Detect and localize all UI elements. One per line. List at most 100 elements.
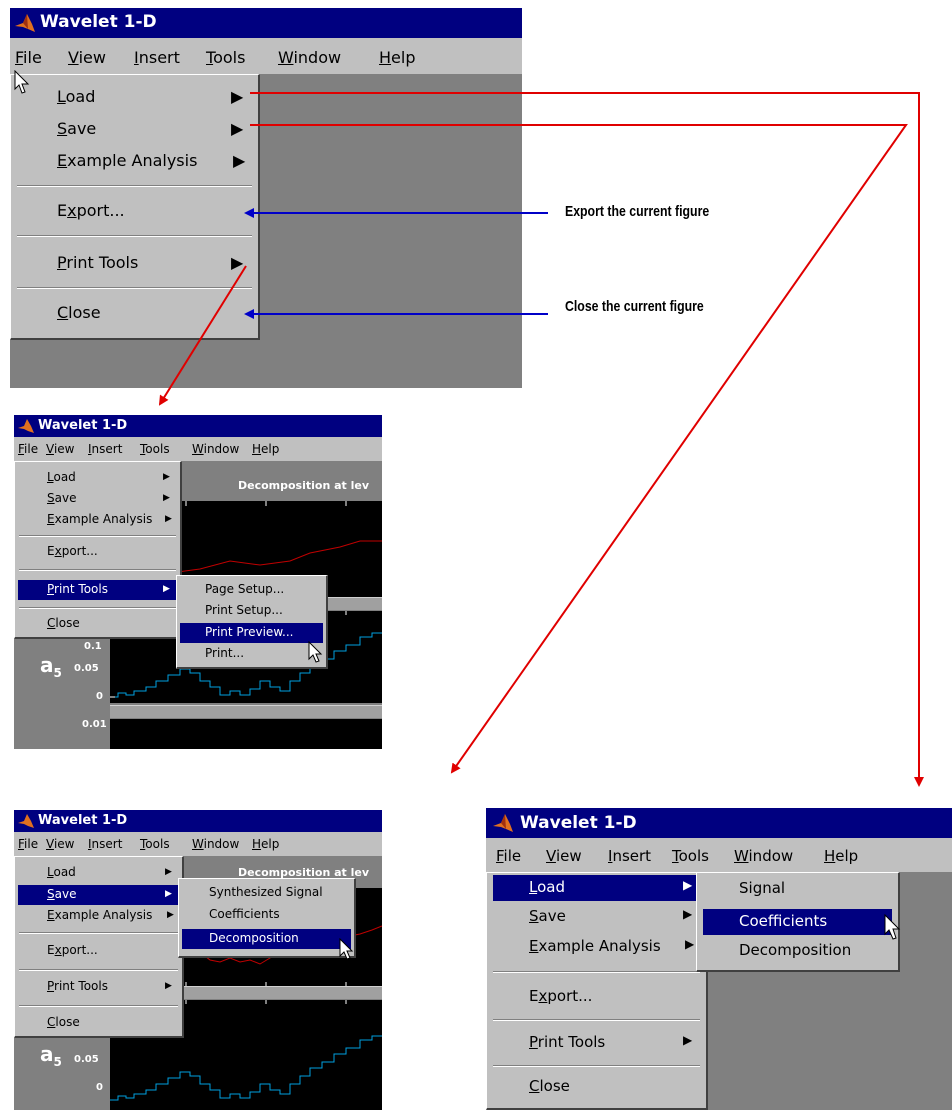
wavelet-window-save: Wavelet 1-D File View Insert Tools Windo… bbox=[14, 810, 382, 1110]
menu-item-example-analysis[interactable]: Example Analysis ▶ bbox=[11, 151, 258, 177]
menu-item-coefficients[interactable]: Coefficients bbox=[179, 907, 354, 925]
menu-view[interactable]: View bbox=[68, 48, 106, 67]
menu-item-save[interactable]: Save ▶ bbox=[11, 119, 258, 145]
mouse-pointer-icon bbox=[884, 914, 901, 940]
menu-item-page-setup[interactable]: Page Setup... bbox=[177, 582, 326, 600]
menu-item-export[interactable]: Export... bbox=[487, 987, 706, 1011]
menu-separator bbox=[19, 932, 178, 934]
menu-separator bbox=[17, 185, 252, 187]
title-bar: Wavelet 1-D bbox=[14, 415, 382, 437]
menu-separator bbox=[19, 969, 178, 971]
menu-file[interactable]: File bbox=[18, 837, 38, 851]
menu-help[interactable]: Help bbox=[252, 837, 279, 851]
menu-item-example-analysis[interactable]: Example Analysis ▶ bbox=[15, 908, 182, 926]
menu-tools[interactable]: Tools bbox=[140, 442, 170, 456]
menu-item-load[interactable]: Load ▶ bbox=[15, 470, 180, 488]
menu-insert[interactable]: Insert bbox=[608, 847, 651, 865]
submenu-arrow-icon: ▶ bbox=[231, 119, 244, 138]
menu-item-close[interactable]: Close bbox=[11, 303, 258, 329]
menu-item-load[interactable]: Load ▶ bbox=[11, 87, 258, 113]
menu-item-synthesized-signal[interactable]: Synthesized Signal bbox=[179, 885, 354, 903]
menu-item-print-tools[interactable]: Print Tools ▶ bbox=[11, 253, 258, 279]
menu-item-export[interactable]: Export... bbox=[15, 943, 182, 961]
mouse-pointer-icon bbox=[308, 641, 323, 663]
menu-window[interactable]: Window bbox=[192, 442, 239, 456]
menu-separator bbox=[19, 1005, 178, 1007]
y-tick-label: 0 bbox=[96, 1082, 103, 1093]
menu-help[interactable]: Help bbox=[252, 442, 279, 456]
menu-item-close[interactable]: Close bbox=[487, 1077, 706, 1101]
menu-item-print-tools[interactable]: Print Tools ▶ bbox=[15, 979, 182, 997]
y-tick-label: 0 bbox=[96, 691, 103, 702]
menu-separator bbox=[493, 1065, 700, 1067]
submenu-arrow-icon: ▶ bbox=[167, 910, 174, 920]
menu-item-example-analysis[interactable]: Example Analysis ▶ bbox=[15, 512, 180, 530]
menu-item-close[interactable]: Close bbox=[15, 1015, 182, 1033]
menu-item-coefficients[interactable]: Coefficients bbox=[703, 909, 892, 935]
submenu-arrow-icon: ▶ bbox=[165, 981, 172, 991]
menu-view[interactable]: View bbox=[46, 442, 74, 456]
menu-item-decomposition[interactable]: Decomposition bbox=[697, 941, 898, 965]
menu-separator bbox=[19, 569, 176, 571]
plot-area-bottom bbox=[110, 719, 382, 749]
submenu-arrow-icon: ▶ bbox=[685, 937, 695, 951]
menu-item-print-setup[interactable]: Print Setup... bbox=[177, 603, 326, 621]
menu-separator bbox=[493, 1019, 700, 1021]
matlab-logo-icon bbox=[18, 419, 34, 433]
menu-window[interactable]: Window bbox=[192, 837, 239, 851]
y-tick-label: 0.05 bbox=[74, 1054, 99, 1065]
menu-tools[interactable]: Tools bbox=[672, 847, 709, 865]
menu-item-decomposition[interactable]: Decomposition bbox=[182, 929, 351, 949]
plot-separator bbox=[110, 705, 382, 718]
title-bar: Wavelet 1-D bbox=[486, 808, 952, 838]
a5-label: a5 bbox=[40, 653, 62, 680]
menu-item-signal[interactable]: Signal bbox=[697, 879, 898, 903]
menu-file[interactable]: File bbox=[496, 847, 521, 865]
menu-item-export[interactable]: Export... bbox=[15, 544, 180, 562]
menu-window[interactable]: Window bbox=[278, 48, 341, 67]
y-tick-label: 0.1 bbox=[84, 641, 102, 652]
menu-item-save[interactable]: Save ▶ bbox=[487, 907, 706, 931]
app-title: Wavelet 1-D bbox=[38, 418, 128, 433]
menu-insert[interactable]: Insert bbox=[134, 48, 180, 67]
submenu-arrow-icon: ▶ bbox=[165, 889, 172, 899]
menu-item-save[interactable]: Save ▶ bbox=[15, 491, 180, 509]
menu-view[interactable]: View bbox=[46, 837, 74, 851]
menubar: File View Insert Tools Window Help bbox=[486, 838, 952, 872]
menu-item-print[interactable]: Print... bbox=[177, 646, 326, 664]
title-bar: Wavelet 1-D bbox=[14, 810, 382, 832]
menu-item-save[interactable]: Save ▶ bbox=[18, 885, 179, 905]
menu-insert[interactable]: Insert bbox=[88, 837, 122, 851]
menu-file[interactable]: File bbox=[18, 442, 38, 456]
matlab-logo-icon bbox=[493, 814, 513, 832]
save-submenu: Synthesized Signal Coefficients Decompos… bbox=[178, 878, 356, 958]
menu-item-print-preview[interactable]: Print Preview... bbox=[180, 623, 323, 643]
menu-help[interactable]: Help bbox=[824, 847, 858, 865]
menu-tools[interactable]: Tools bbox=[206, 48, 245, 67]
submenu-arrow-icon: ▶ bbox=[163, 472, 170, 482]
file-menu: Load ▶ Save ▶ Example Analysis ▶ Export... … bbox=[486, 872, 708, 1110]
menubar: File View Insert Tools Window Help bbox=[10, 38, 522, 74]
menu-item-load[interactable]: Load ▶ bbox=[493, 875, 700, 901]
export-annotation: Export the current figure bbox=[565, 203, 710, 220]
menu-item-load[interactable]: Load ▶ bbox=[15, 865, 182, 883]
menu-insert[interactable]: Insert bbox=[88, 442, 122, 456]
menu-item-export[interactable]: Export... bbox=[11, 201, 258, 227]
submenu-arrow-icon: ▶ bbox=[683, 907, 693, 921]
menu-item-close[interactable]: Close bbox=[15, 616, 180, 634]
menu-window[interactable]: Window bbox=[734, 847, 793, 865]
menu-file[interactable]: File bbox=[15, 48, 42, 67]
menu-view[interactable]: View bbox=[546, 847, 582, 865]
menu-item-print-tools[interactable]: Print Tools ▶ bbox=[487, 1033, 706, 1057]
menu-item-print-tools[interactable]: Print Tools ▶ bbox=[18, 580, 177, 600]
menubar: File View Insert Tools Window Help bbox=[14, 832, 382, 856]
wavelet-window-load: Wavelet 1-D File View Insert Tools Windo… bbox=[486, 808, 952, 1110]
menu-item-example-analysis[interactable]: Example Analysis ▶ bbox=[487, 937, 706, 961]
y-tick-label: 0.01 bbox=[82, 719, 107, 730]
mouse-pointer-icon bbox=[14, 70, 30, 94]
menu-separator bbox=[19, 607, 176, 609]
app-title: Wavelet 1-D bbox=[40, 12, 157, 32]
menu-tools[interactable]: Tools bbox=[140, 837, 170, 851]
wavelet-window-main: Wavelet 1-D File View Insert Tools Windo… bbox=[10, 8, 522, 388]
menu-help[interactable]: Help bbox=[379, 48, 415, 67]
